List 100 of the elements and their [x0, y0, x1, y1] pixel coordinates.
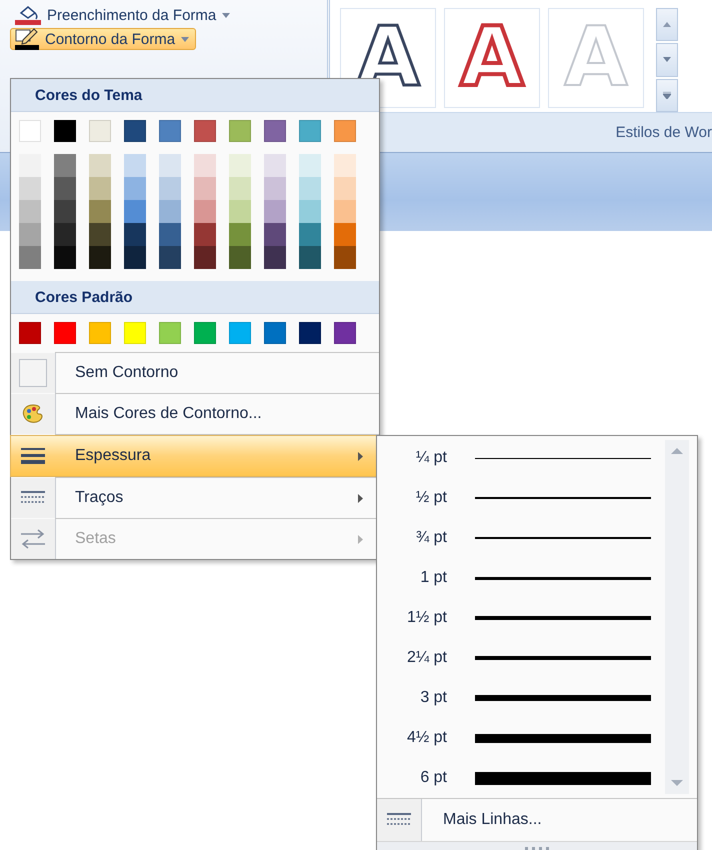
- more-button[interactable]: [656, 78, 678, 112]
- color-swatch[interactable]: [54, 246, 76, 269]
- color-swatch[interactable]: [194, 177, 216, 200]
- color-swatch[interactable]: [19, 154, 41, 177]
- line-sample[interactable]: [475, 772, 651, 784]
- color-swatch[interactable]: [124, 177, 146, 200]
- weight-label[interactable]: 4½ pt: [377, 729, 447, 747]
- color-swatch[interactable]: [124, 120, 146, 142]
- color-swatch[interactable]: [264, 322, 286, 344]
- color-swatch[interactable]: [89, 246, 111, 269]
- line-sample[interactable]: [475, 576, 651, 580]
- color-swatch[interactable]: [19, 246, 41, 269]
- color-swatch[interactable]: [194, 223, 216, 246]
- color-swatch[interactable]: [299, 223, 321, 246]
- color-swatch[interactable]: [229, 223, 251, 246]
- color-swatch[interactable]: [264, 200, 286, 223]
- color-swatch[interactable]: [89, 200, 111, 223]
- dashed-lines-icon: [21, 491, 45, 505]
- color-swatch[interactable]: [229, 177, 251, 200]
- color-swatch[interactable]: [334, 246, 356, 269]
- wordart-style[interactable]: A: [444, 8, 540, 108]
- color-swatch[interactable]: [229, 154, 251, 177]
- color-swatch[interactable]: [229, 322, 251, 344]
- color-swatch[interactable]: [299, 120, 321, 142]
- up-arrow-icon: [663, 22, 671, 28]
- color-swatch[interactable]: [124, 200, 146, 223]
- color-swatch[interactable]: [159, 154, 181, 177]
- paint-bucket-icon: [15, 5, 41, 25]
- color-swatch[interactable]: [124, 246, 146, 269]
- scroll-down-button[interactable]: [656, 43, 678, 77]
- color-swatch[interactable]: [334, 322, 356, 344]
- line-sample[interactable]: [475, 656, 651, 660]
- color-swatch[interactable]: [159, 120, 181, 142]
- arrows-icon: [21, 529, 45, 549]
- color-swatch[interactable]: [264, 246, 286, 269]
- weight-label[interactable]: ¼ pt: [377, 449, 447, 467]
- color-swatch[interactable]: [54, 322, 76, 344]
- color-swatch[interactable]: [264, 177, 286, 200]
- color-swatch[interactable]: [54, 177, 76, 200]
- color-swatch[interactable]: [54, 223, 76, 246]
- color-swatch[interactable]: [194, 246, 216, 269]
- palette-icon: [22, 404, 44, 424]
- color-swatch[interactable]: [124, 223, 146, 246]
- color-swatch[interactable]: [159, 246, 181, 269]
- color-swatch[interactable]: [264, 120, 286, 142]
- color-swatch[interactable]: [299, 200, 321, 223]
- color-swatch[interactable]: [159, 177, 181, 200]
- scroll-up-button[interactable]: [656, 8, 678, 42]
- color-swatch[interactable]: [89, 177, 111, 200]
- color-swatch[interactable]: [334, 177, 356, 200]
- weight-label[interactable]: 2¼ pt: [377, 649, 447, 667]
- line-sample[interactable]: [475, 734, 651, 742]
- color-swatch[interactable]: [264, 223, 286, 246]
- submenu-arrow-icon: [358, 494, 363, 502]
- pencil-icon: [15, 28, 39, 50]
- weight-label[interactable]: 1 pt: [377, 569, 447, 587]
- color-swatch[interactable]: [89, 322, 111, 344]
- color-swatch[interactable]: [54, 200, 76, 223]
- color-swatch[interactable]: [334, 154, 356, 177]
- menu-item[interactable]: Mais Linhas...: [377, 798, 697, 841]
- color-swatch[interactable]: [54, 120, 76, 142]
- color-swatch[interactable]: [54, 154, 76, 177]
- color-swatch[interactable]: [124, 322, 146, 344]
- color-swatch[interactable]: [334, 223, 356, 246]
- color-swatch[interactable]: [299, 322, 321, 344]
- color-swatch[interactable]: [19, 322, 41, 344]
- color-swatch[interactable]: [299, 246, 321, 269]
- color-swatch[interactable]: [334, 200, 356, 223]
- color-swatch[interactable]: [19, 120, 41, 142]
- color-swatch[interactable]: [194, 322, 216, 344]
- color-swatch[interactable]: [299, 177, 321, 200]
- color-swatch[interactable]: [19, 223, 41, 246]
- weight-label[interactable]: 3 pt: [377, 689, 447, 707]
- color-swatch[interactable]: [194, 120, 216, 142]
- color-swatch[interactable]: [19, 200, 41, 223]
- color-swatch[interactable]: [124, 154, 146, 177]
- submenu-arrow-icon: [358, 534, 363, 544]
- empty-square-icon: [19, 359, 47, 387]
- color-swatch[interactable]: [229, 200, 251, 223]
- color-swatch[interactable]: [334, 120, 356, 142]
- color-swatch[interactable]: [89, 154, 111, 177]
- color-swatch[interactable]: [89, 223, 111, 246]
- color-swatch[interactable]: [159, 200, 181, 223]
- weight-label[interactable]: 1½ pt: [377, 609, 447, 627]
- color-swatch[interactable]: [194, 200, 216, 223]
- weight-label[interactable]: ½ pt: [377, 489, 447, 507]
- weight-label[interactable]: ¾ pt: [377, 529, 447, 547]
- ribbon-dropdown-button[interactable]: Preenchimento da Forma: [10, 4, 238, 26]
- color-swatch[interactable]: [229, 246, 251, 269]
- color-swatch[interactable]: [89, 120, 111, 142]
- color-swatch[interactable]: [159, 322, 181, 344]
- weight-label[interactable]: 6 pt: [377, 769, 447, 787]
- color-swatch[interactable]: [229, 120, 251, 142]
- color-swatch[interactable]: [299, 154, 321, 177]
- ribbon-dropdown-button[interactable]: Contorno da Forma: [10, 28, 196, 50]
- color-swatch[interactable]: [19, 177, 41, 200]
- scrollbar[interactable]: [665, 440, 689, 794]
- color-swatch[interactable]: [194, 154, 216, 177]
- color-swatch[interactable]: [264, 154, 286, 177]
- color-swatch[interactable]: [159, 223, 181, 246]
